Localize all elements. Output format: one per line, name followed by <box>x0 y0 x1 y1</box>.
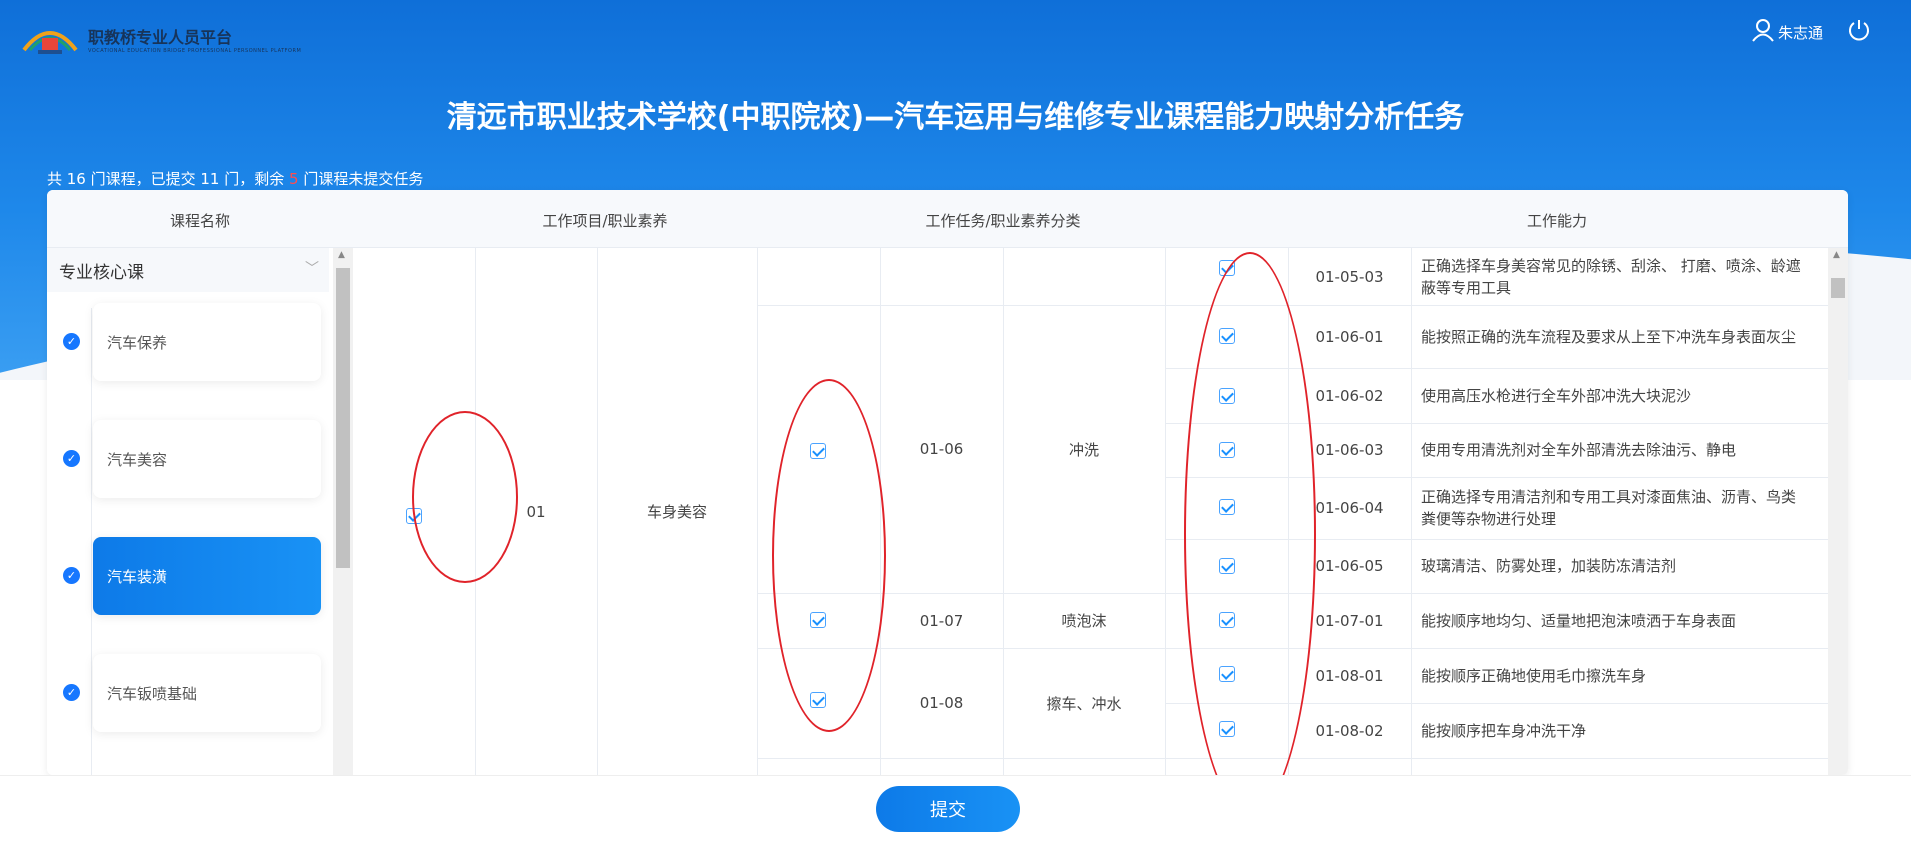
ability-checkbox[interactable] <box>1219 721 1235 737</box>
task-checkbox[interactable] <box>810 443 826 459</box>
ability-checkbox[interactable] <box>1219 388 1235 404</box>
task-code: 01-07 <box>919 611 964 630</box>
ability-code: 01-06-05 <box>1315 557 1384 575</box>
header-course: 课程名称 <box>169 212 230 230</box>
course-item-active[interactable]: ✓ 汽车装潢 <box>63 537 321 615</box>
col-divider <box>1165 248 1166 775</box>
course-item[interactable]: ✓ 汽车保养 <box>63 303 321 381</box>
ability-text: 能按顺序正确地使用毛巾擦洗车身 <box>1421 666 1647 685</box>
user-icon <box>1752 18 1774 46</box>
course-sidebar: 专业核心课 ﹀ ✓ 汽车保养 ✓ 汽车美容 ✓ 汽车装潢 ✓ 汽车钣喷基础 ▲ <box>47 248 353 775</box>
task-code: 01-08 <box>919 694 964 712</box>
course-label: 汽车钣喷基础 <box>107 684 198 703</box>
ability-text: 正确选择车身美容常见的除锈、刮涂、 打磨、喷涂、龄遮蔽等专用工具 <box>1421 256 1801 297</box>
category-label: 专业核心课 <box>59 262 144 283</box>
page-title: 清远市职业技术学校(中职院校)—汽车运用与维修专业课程能力映射分析任务 <box>446 100 1465 135</box>
mapping-grid: 01 车身美容 01-06 冲洗 01-07 喷泡沫 01-08 擦车、冲水 0… <box>353 248 1828 775</box>
header-task: 工作任务/职业素养分类 <box>925 212 1081 230</box>
project-name: 车身美容 <box>646 503 707 521</box>
course-item[interactable]: ✓ 汽车钣喷基础 <box>63 654 321 732</box>
ability-text: 使用专用清洗剂对全车外部清洗去除油污、静电 <box>1421 441 1737 459</box>
ability-text: 使用高压水枪进行全车外部冲洗大块泥沙 <box>1421 386 1692 405</box>
power-icon[interactable] <box>1847 18 1871 46</box>
ability-text: 正确选择专用清洁剂和专用工具对漆面焦油、沥青、鸟类粪便等杂物进行处理 <box>1421 488 1797 528</box>
ability-text: 能按顺序把车身冲洗干净 <box>1421 721 1587 740</box>
logo-bridge-icon <box>20 20 80 58</box>
ability-text: 玻璃清洁、防雾处理，加装防冻清洁剂 <box>1421 557 1677 575</box>
ability-checkbox[interactable] <box>1219 666 1235 682</box>
ability-checkbox[interactable] <box>1219 442 1235 458</box>
user-menu[interactable]: 朱志通 <box>1752 18 1823 46</box>
scrollbar-thumb[interactable] <box>1831 278 1845 298</box>
ability-code: 01-06-01 <box>1315 327 1384 346</box>
task-name: 冲洗 <box>1068 440 1099 459</box>
grid-scrollbar[interactable]: ▲ <box>1828 248 1848 775</box>
header-ability: 工作能力 <box>1526 212 1587 230</box>
scrollbar-thumb[interactable] <box>336 268 350 568</box>
ability-text: 能按顺序地均匀、适量地把泡沫喷洒于车身表面 <box>1421 611 1737 630</box>
project-code: 01 <box>526 502 546 521</box>
task-name: 擦车、冲水 <box>1046 694 1122 713</box>
course-label: 汽车装潢 <box>107 567 168 586</box>
ability-code: 01-08-02 <box>1315 721 1384 740</box>
category-dropdown[interactable]: 专业核心课 ﹀ <box>47 248 329 292</box>
chevron-down-icon: ﹀ <box>305 261 319 277</box>
ability-checkbox[interactable] <box>1219 260 1235 276</box>
ability-code: 01-06-04 <box>1315 499 1384 517</box>
submission-summary: 共 16 门课程，已提交 11 门，剩余 5 门课程未提交任务 <box>47 168 423 189</box>
course-label: 汽车美容 <box>107 450 168 469</box>
ability-code: 01-07-01 <box>1315 611 1384 630</box>
row-divider <box>757 758 1165 759</box>
check-circle-icon: ✓ <box>63 450 80 467</box>
ability-code: 01-08-01 <box>1315 666 1384 685</box>
sidebar-scrollbar[interactable]: ▲ <box>333 248 353 775</box>
task-checkbox[interactable] <box>810 692 826 708</box>
ability-text: 能按照正确的洗车流程及要求从上至下冲洗车身表面灰尘 <box>1421 327 1797 346</box>
summary-suffix: 门课程未提交任务 <box>298 170 424 188</box>
project-checkbox[interactable] <box>406 508 422 524</box>
summary-prefix: 共 16 门课程，已提交 11 门，剩余 <box>47 170 290 188</box>
check-circle-icon: ✓ <box>63 333 80 350</box>
submit-button[interactable]: 提交 <box>876 786 1020 832</box>
task-name: 喷泡沫 <box>1061 612 1107 630</box>
course-label: 汽车保养 <box>107 333 168 352</box>
scroll-up-icon[interactable]: ▲ <box>338 250 345 260</box>
ability-code: 01-05-03 <box>1315 267 1384 286</box>
footer-bar: 提交 <box>0 775 1911 850</box>
row-divider <box>1165 758 1828 759</box>
mapping-panel: 课程名称 工作项目/职业素养 工作任务/职业素养分类 工作能力 专业核心课 ﹀ … <box>47 190 1848 775</box>
table-header: 课程名称 工作项目/职业素养 工作任务/职业素养分类 工作能力 <box>47 190 1848 248</box>
check-circle-icon: ✓ <box>63 684 80 701</box>
col-divider <box>757 248 758 775</box>
summary-remaining: 5 <box>289 170 299 188</box>
task-checkbox[interactable] <box>810 612 826 628</box>
user-name: 朱志通 <box>1777 23 1823 42</box>
logo-title: 职教桥专业人员平台 <box>88 28 233 47</box>
ability-checkbox[interactable] <box>1219 558 1235 574</box>
annotation-oval <box>772 379 886 732</box>
ability-code: 01-06-03 <box>1315 441 1384 459</box>
check-circle-icon: ✓ <box>63 567 80 584</box>
ability-checkbox[interactable] <box>1219 328 1235 344</box>
timeline-line <box>91 308 92 775</box>
course-item[interactable]: ✓ 汽车美容 <box>63 420 321 498</box>
scroll-up-icon[interactable]: ▲ <box>1833 250 1840 260</box>
user-area: 朱志通 <box>1752 18 1871 46</box>
ability-checkbox[interactable] <box>1219 499 1235 515</box>
ability-code: 01-06-02 <box>1315 386 1384 405</box>
ability-checkbox[interactable] <box>1219 612 1235 628</box>
task-code: 01-06 <box>919 440 964 458</box>
header-project: 工作项目/职业素养 <box>542 212 668 230</box>
logo-subtitle: VOCATIONAL EDUCATION BRIDGE PROFESSIONAL… <box>88 48 302 54</box>
logo: 职教桥专业人员平台 VOCATIONAL EDUCATION BRIDGE PR… <box>20 20 301 58</box>
